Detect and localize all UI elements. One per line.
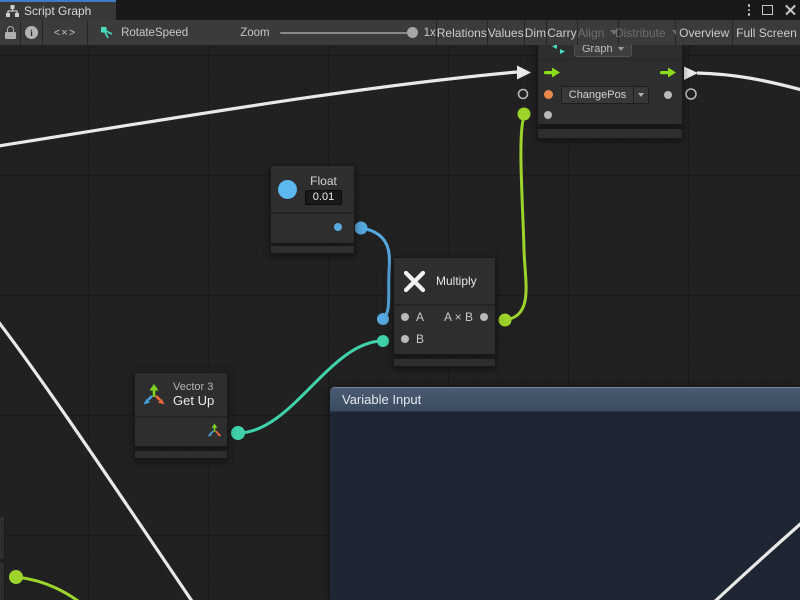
dim-button[interactable]: Dim bbox=[525, 20, 547, 45]
graph-port-gray-right[interactable] bbox=[664, 91, 672, 99]
offscreen-node-edge bbox=[0, 517, 5, 559]
multiply-node-footer bbox=[393, 358, 496, 367]
float-value-input[interactable]: 0.01 bbox=[305, 190, 342, 205]
wire-control-panel[interactable] bbox=[710, 519, 800, 600]
graph-toolbar: i <×> RotateSpeed Zoom 1x Relations Valu… bbox=[0, 20, 800, 45]
tab-label: Script Graph bbox=[24, 4, 91, 18]
zoom-slider-handle[interactable] bbox=[407, 27, 418, 38]
changepos-dropdown[interactable]: ChangePos bbox=[561, 86, 649, 104]
vector3-output-dot[interactable] bbox=[231, 426, 245, 440]
graph-canvas[interactable]: Variable Input bbox=[0, 45, 800, 600]
graph-node-icon bbox=[552, 45, 565, 54]
tab-script-graph[interactable]: Script Graph bbox=[0, 0, 116, 20]
multiply-node[interactable]: Multiply A A × B B bbox=[393, 257, 496, 355]
changepos-dropdown-value: ChangePos bbox=[562, 87, 633, 103]
flow-in-arrow-icon[interactable] bbox=[544, 67, 560, 78]
graph-dropdown-label: Graph bbox=[582, 45, 613, 55]
graph-node[interactable]: Graph ChangePos bbox=[537, 45, 683, 125]
multiply-node-title: Multiply bbox=[436, 274, 477, 288]
multiply-b-wire-dot[interactable] bbox=[377, 335, 389, 347]
wire-control-out[interactable] bbox=[697, 73, 800, 91]
graph-port-gray-bottom[interactable] bbox=[544, 111, 552, 119]
graph-node-footer bbox=[537, 128, 683, 139]
values-button[interactable]: Values bbox=[488, 20, 524, 45]
wire-multiply-to-graph[interactable] bbox=[505, 114, 526, 320]
vector3-output-port[interactable] bbox=[207, 423, 222, 438]
window-menu-icon[interactable] bbox=[748, 4, 751, 16]
graph-port-orange[interactable] bbox=[544, 90, 553, 99]
code-preview-button[interactable]: <×> bbox=[43, 20, 87, 45]
wire-control-in[interactable] bbox=[0, 72, 517, 147]
offscreen-node-edge bbox=[0, 563, 5, 600]
overview-button[interactable]: Overview bbox=[676, 20, 732, 45]
float-node[interactable]: Float 0.01 bbox=[270, 165, 355, 244]
zoom-slider[interactable] bbox=[280, 32, 414, 34]
multiply-icon bbox=[402, 269, 427, 294]
variable-node-icon bbox=[100, 26, 114, 40]
carry-button[interactable]: Carry bbox=[547, 20, 576, 45]
script-graph-icon bbox=[6, 5, 19, 17]
graph-flow-out-arrow[interactable] bbox=[684, 67, 698, 81]
float-node-footer bbox=[270, 245, 355, 254]
script-graph-window: Variable Input bbox=[0, 0, 800, 600]
graph-dropdown-button[interactable]: Graph bbox=[574, 45, 632, 57]
vector3-type-label: Vector 3 bbox=[173, 381, 213, 393]
lock-icon bbox=[5, 26, 16, 39]
info-icon: i bbox=[25, 26, 38, 39]
multiply-port-a[interactable] bbox=[401, 313, 409, 321]
align-button[interactable]: Align bbox=[578, 20, 619, 45]
vector3-node-footer bbox=[134, 450, 228, 459]
vector3-node[interactable]: Vector 3 Get Up bbox=[134, 372, 228, 447]
graph-port-ring-left[interactable] bbox=[519, 90, 528, 99]
multiply-port-b[interactable] bbox=[401, 335, 409, 343]
variable-name-label: RotateSpeed bbox=[121, 27, 188, 39]
maximize-icon[interactable] bbox=[762, 5, 773, 15]
graph-port-ring-right[interactable] bbox=[686, 89, 696, 99]
multiply-port-b-label: B bbox=[416, 332, 424, 346]
zoom-label: Zoom bbox=[240, 27, 269, 39]
vector3-node-title: Get Up bbox=[173, 393, 214, 408]
code-icon: <×> bbox=[54, 27, 76, 39]
titlebar: Script Graph bbox=[0, 0, 800, 20]
relations-button[interactable]: Relations bbox=[437, 20, 487, 45]
float-node-title: Float bbox=[310, 174, 337, 188]
chevron-down-icon bbox=[618, 47, 624, 51]
graph-flow-in-arrow[interactable] bbox=[517, 66, 531, 80]
multiply-result-wire-dot[interactable] bbox=[499, 314, 512, 327]
lock-button[interactable] bbox=[0, 20, 20, 45]
float-icon bbox=[278, 180, 297, 199]
float-output-port[interactable] bbox=[334, 223, 342, 231]
multiply-a-wire-dot[interactable] bbox=[377, 313, 389, 325]
chevron-down-icon[interactable] bbox=[633, 87, 648, 103]
flow-out-arrow-icon[interactable] bbox=[660, 67, 676, 78]
close-icon[interactable] bbox=[785, 5, 796, 16]
graph-context-cell: RotateSpeed Zoom 1x bbox=[88, 20, 436, 45]
distribute-button[interactable]: Distribute bbox=[619, 20, 675, 45]
vector3-icon bbox=[142, 383, 166, 407]
full-screen-button[interactable]: Full Screen bbox=[733, 20, 800, 45]
wire-offscreen-bottom[interactable] bbox=[16, 577, 90, 600]
multiply-port-result[interactable] bbox=[480, 313, 488, 321]
float-output-dot[interactable] bbox=[355, 222, 368, 235]
info-button[interactable]: i bbox=[21, 20, 42, 45]
offscreen-output-dot[interactable] bbox=[9, 570, 23, 584]
wire-float-to-multiply[interactable] bbox=[361, 228, 389, 319]
multiply-result-label: A × B bbox=[444, 310, 473, 324]
graph-port-lime-dot[interactable] bbox=[518, 108, 531, 121]
multiply-port-a-label: A bbox=[416, 310, 424, 324]
wire-vector3-to-multiply[interactable] bbox=[238, 341, 383, 433]
zoom-value: 1x bbox=[424, 27, 436, 39]
